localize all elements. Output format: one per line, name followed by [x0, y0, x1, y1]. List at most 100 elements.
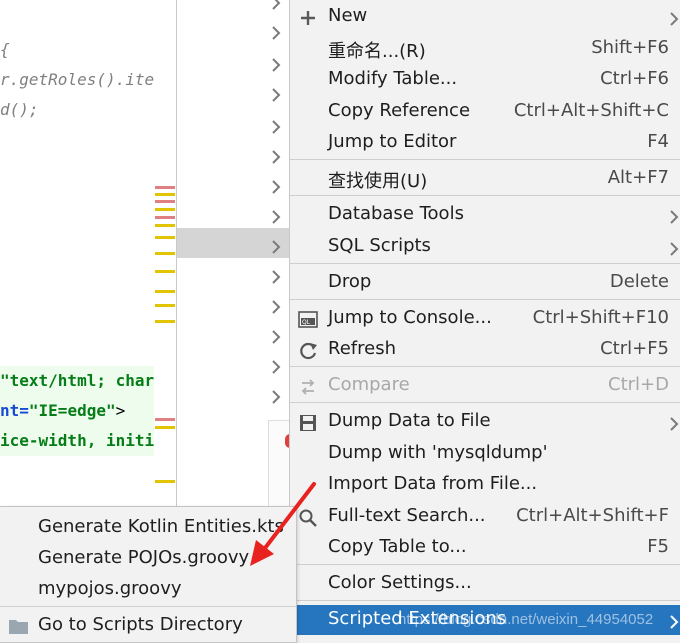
menu-item-full-text-search[interactable]: Full-text Search... Ctrl+Alt+Shift+F [290, 502, 680, 532]
menu-item-compare: Compare Ctrl+D [290, 371, 680, 401]
menu-item-jump-to-console[interactable]: QL Jump to Console... Ctrl+Shift+F10 [290, 304, 680, 334]
error-stripe-mark[interactable] [155, 186, 175, 189]
menu-item-refresh[interactable]: Refresh Ctrl+F5 [290, 335, 680, 365]
chevron-right-icon [669, 240, 679, 256]
menu-item-shortcut: F5 [647, 536, 669, 557]
menu-item-label: Generate Kotlin Entities.kts [38, 516, 284, 537]
code-line: r.getRoles().itera [0, 70, 174, 89]
error-stripe-mark[interactable] [155, 290, 175, 293]
menu-item-shortcut: Shift+F6 [591, 37, 669, 58]
chevron-right-icon[interactable] [271, 270, 281, 284]
error-stripe-mark[interactable] [155, 480, 175, 483]
menu-item-sql-scripts[interactable]: SQL Scripts [290, 232, 680, 262]
chevron-right-icon [669, 613, 679, 629]
menu-item-label: Copy Table to... [328, 536, 467, 557]
error-stripe-mark[interactable] [155, 418, 175, 421]
menu-item-label: Jump to Editor [328, 131, 457, 152]
menu-item-u[interactable]: 查找使用(U) Alt+F7 [290, 164, 680, 194]
menu-item-copy-table-to[interactable]: Copy Table to... F5 [290, 533, 680, 563]
chevron-right-icon [669, 415, 679, 431]
error-stripe-mark[interactable] [155, 252, 175, 255]
chevron-right-icon[interactable] [271, 360, 281, 374]
compare-icon [298, 377, 318, 397]
menu-separator [290, 564, 680, 565]
menu-separator [290, 299, 680, 300]
menu-item-shortcut: Delete [609, 271, 669, 292]
error-stripe-mark[interactable] [155, 270, 175, 273]
chevron-right-icon[interactable] [271, 390, 281, 404]
menu-separator [290, 263, 680, 264]
error-stripe-mark[interactable] [155, 320, 175, 323]
menu-item-label: 重命名...(R) [328, 41, 426, 62]
menu-item-shortcut: F4 [647, 131, 669, 152]
menu-item-label: Go to Scripts Directory [38, 614, 243, 635]
menu-separator [290, 600, 680, 601]
menu-item-shortcut: Ctrl+Alt+Shift+F [516, 505, 669, 526]
code-line: { [0, 40, 10, 59]
menu-item-dump-data-to-file[interactable]: Dump Data to File [290, 407, 680, 437]
menu-item-go-to-scripts-directory[interactable]: Go to Scripts Directory [0, 609, 296, 639]
chevron-right-icon[interactable] [271, 0, 281, 10]
chevron-right-icon[interactable] [271, 120, 281, 134]
chevron-right-icon[interactable] [271, 26, 281, 40]
scripted-extensions-submenu: Generate Kotlin Entities.kts Generate PO… [0, 506, 297, 643]
chevron-right-icon[interactable] [271, 210, 281, 224]
svg-text:QL: QL [302, 319, 311, 326]
menu-item-label: Import Data from File... [328, 473, 538, 494]
menu-item-label: Full-text Search... [328, 505, 486, 526]
chevron-right-icon [669, 10, 679, 26]
menu-item-r[interactable]: 重命名...(R) Shift+F6 [290, 34, 680, 64]
menu-item-new[interactable]: New [290, 2, 680, 32]
error-stripe-mark[interactable] [155, 193, 175, 196]
search-icon [298, 508, 318, 528]
menu-item-generate-pojos[interactable]: Generate POJOs.groovy [0, 542, 296, 572]
menu-item-dump-with-mysqldump[interactable]: Dump with 'mysqldump' [290, 439, 680, 469]
context-menu: New 重命名...(R) Shift+F6 Modify Table... Ctrl+… [289, 0, 680, 641]
chevron-right-icon[interactable] [271, 88, 281, 102]
chevron-right-icon [669, 208, 679, 224]
menu-separator [290, 159, 680, 160]
error-stripe-mark[interactable] [155, 208, 175, 211]
menu-item-color-settings[interactable]: Color Settings... [290, 569, 680, 599]
background-popup [268, 420, 291, 508]
plus-icon [298, 8, 318, 28]
menu-item-label: Compare [328, 374, 410, 395]
menu-item-shortcut: Ctrl+Alt+Shift+C [513, 100, 669, 121]
error-stripe-mark[interactable] [155, 224, 175, 227]
menu-item-label: Generate POJOs.groovy [38, 547, 250, 568]
menu-item-shortcut: Ctrl+Shift+F10 [532, 307, 669, 328]
menu-item-import-data-from-file[interactable]: Import Data from File... [290, 470, 680, 500]
code-line-html: "text/html; charse [0, 366, 176, 396]
chevron-right-icon[interactable] [271, 58, 281, 72]
chevron-right-icon[interactable] [271, 330, 281, 344]
console-icon: QL [298, 310, 318, 330]
menu-item-shortcut: Ctrl+D [608, 374, 669, 395]
menu-item-jump-to-editor[interactable]: Jump to Editor F4 [290, 128, 680, 158]
menu-item-label: Copy Reference [328, 100, 471, 121]
error-stripe-mark[interactable] [155, 426, 175, 429]
chevron-right-icon[interactable] [271, 150, 281, 164]
menu-item-shortcut: Ctrl+F5 [600, 338, 669, 359]
error-stripe-mark[interactable] [155, 236, 175, 239]
refresh-icon [298, 341, 318, 361]
error-stripe-mark[interactable] [155, 200, 175, 203]
error-stripe-mark[interactable] [155, 304, 175, 307]
menu-item-mypojos[interactable]: mypojos.groovy [0, 573, 296, 603]
menu-item-label: Jump to Console... [328, 307, 492, 328]
menu-item-scripted-extensions[interactable]: Scripted Extensions [290, 605, 680, 635]
menu-item-label: Database Tools [328, 203, 464, 224]
menu-item-copy-reference[interactable]: Copy Reference Ctrl+Alt+Shift+C [290, 97, 680, 127]
menu-item-label: Scripted Extensions [328, 608, 507, 629]
chevron-right-icon[interactable] [271, 240, 281, 254]
menu-separator [290, 366, 680, 367]
menu-item-database-tools[interactable]: Database Tools [290, 200, 680, 230]
menu-item-generate-kotlin-entities[interactable]: Generate Kotlin Entities.kts [0, 511, 296, 541]
menu-item-label: SQL Scripts [328, 235, 431, 256]
menu-item-drop[interactable]: Drop Delete [290, 268, 680, 298]
code-line-html: nt="IE=edge"> [0, 396, 176, 426]
menu-item-modify-table[interactable]: Modify Table... Ctrl+F6 [290, 65, 680, 95]
error-stripe-mark[interactable] [155, 216, 175, 219]
chevron-right-icon[interactable] [271, 180, 281, 194]
code-line: d(); [0, 100, 39, 119]
chevron-right-icon[interactable] [271, 300, 281, 314]
